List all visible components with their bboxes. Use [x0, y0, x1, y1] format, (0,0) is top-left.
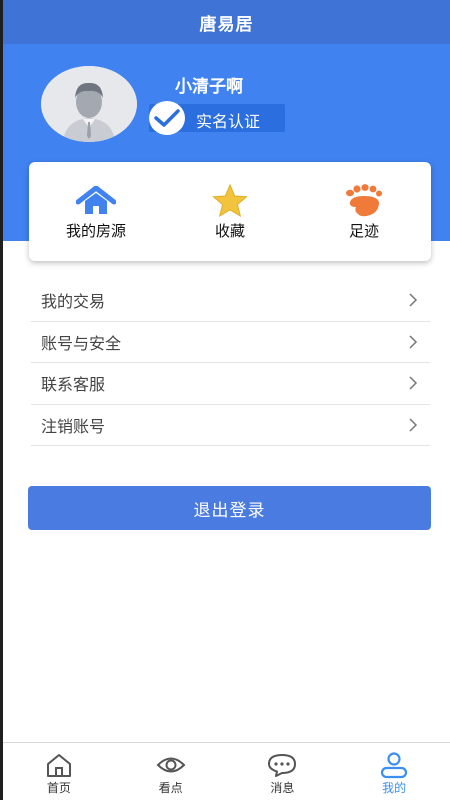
menu-item-label: 注销账号 — [41, 416, 106, 436]
menu-item-my-transactions[interactable]: 我的交易 — [31, 280, 430, 322]
tab-label: 看点 — [158, 781, 183, 795]
avatar[interactable] — [41, 66, 137, 142]
quick-action-favorites[interactable]: 收藏 — [163, 162, 297, 261]
logout-button[interactable]: 退出登录 — [28, 486, 431, 530]
eye-icon — [156, 751, 186, 779]
quick-actions-card: 我的房源 收藏 足迹 — [29, 162, 431, 261]
tab-home[interactable]: 首页 — [3, 743, 115, 800]
bottom-tab-bar: 首页 看点 消息 我的 — [3, 742, 450, 800]
chevron-right-icon — [409, 376, 418, 390]
tab-label: 消息 — [270, 781, 295, 795]
settings-menu: 我的交易 账号与安全 联系客服 注销账号 — [31, 280, 430, 446]
quick-action-label: 收藏 — [214, 222, 245, 240]
avatar-person-icon — [41, 66, 137, 142]
username: 小清子啊 — [175, 77, 243, 97]
home-outline-icon — [45, 751, 73, 779]
home-icon — [76, 184, 116, 218]
chevron-right-icon — [409, 418, 418, 432]
menu-item-label: 账号与安全 — [41, 333, 122, 353]
check-icon — [149, 101, 185, 135]
verify-label: 实名认证 — [196, 112, 261, 131]
quick-action-my-listings[interactable]: 我的房源 — [29, 162, 163, 261]
star-icon — [212, 184, 248, 218]
menu-item-label: 我的交易 — [41, 292, 106, 312]
menu-item-account-security[interactable]: 账号与安全 — [31, 322, 430, 363]
footprint-icon — [344, 184, 384, 218]
tab-messages[interactable]: 消息 — [227, 743, 339, 800]
menu-item-label: 联系客服 — [41, 375, 106, 395]
quick-action-label: 我的房源 — [65, 222, 126, 240]
quick-action-label: 足迹 — [348, 222, 379, 240]
menu-item-customer-service[interactable]: 联系客服 — [31, 363, 430, 405]
chevron-right-icon — [409, 293, 418, 307]
quick-action-footprints[interactable]: 足迹 — [297, 162, 431, 261]
tab-label: 首页 — [46, 781, 71, 795]
chevron-right-icon — [409, 335, 418, 349]
app-title-bar: 唐易居 — [3, 0, 450, 44]
tab-label: 我的 — [382, 781, 407, 795]
tab-mine[interactable]: 我的 — [338, 743, 450, 800]
app-title: 唐易居 — [199, 14, 254, 35]
user-icon — [379, 751, 409, 779]
tab-highlights[interactable]: 看点 — [115, 743, 227, 800]
chat-bubble-icon — [267, 751, 297, 779]
menu-item-delete-account[interactable]: 注销账号 — [31, 405, 430, 446]
